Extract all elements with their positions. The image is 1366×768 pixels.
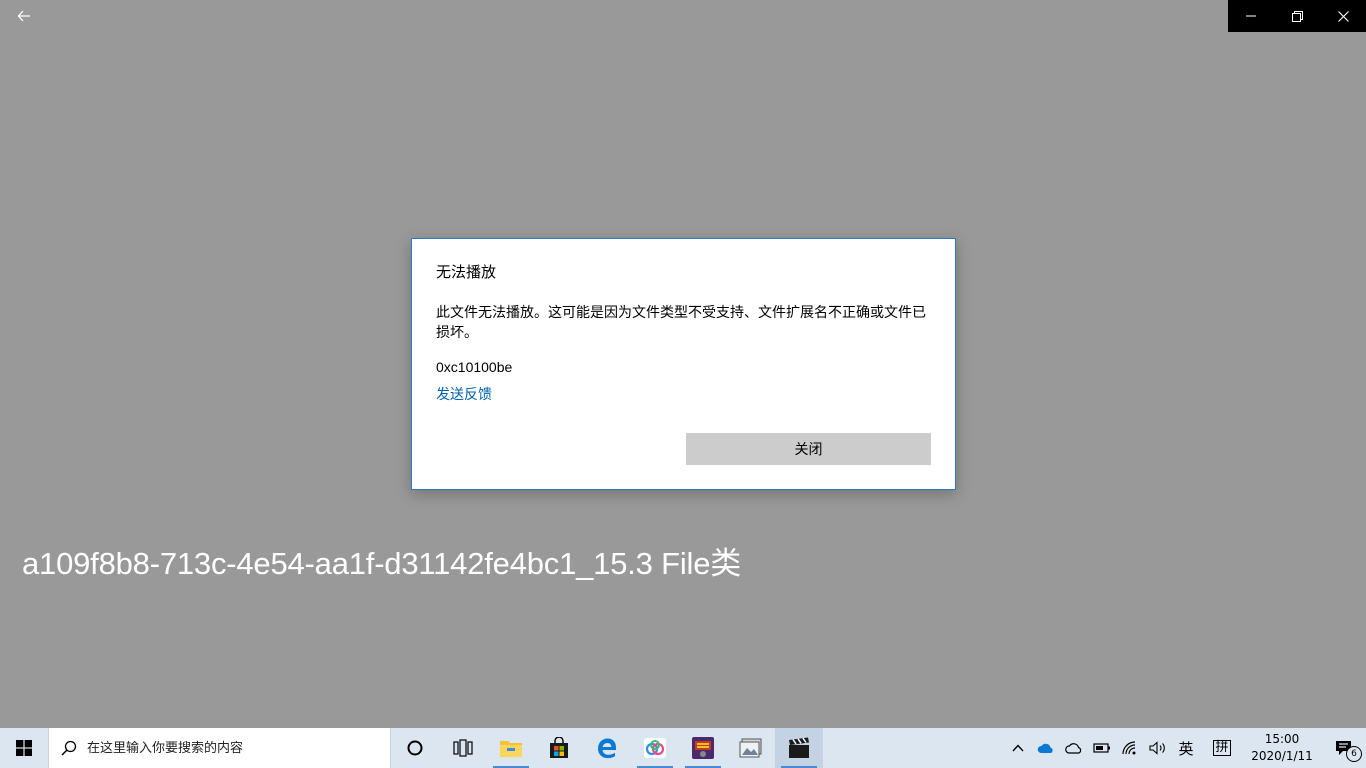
task-view-icon xyxy=(453,739,473,757)
chevron-up-icon xyxy=(1012,744,1024,752)
wifi-icon xyxy=(1122,741,1136,755)
game-app-icon xyxy=(692,737,714,759)
error-code: 0xc10100be xyxy=(436,359,513,375)
restore-button[interactable] xyxy=(1274,0,1320,32)
taskbar-app-game[interactable] xyxy=(679,728,727,768)
dialog-title: 无法播放 xyxy=(436,263,497,281)
taskbar-app-movies-tv[interactable] xyxy=(775,728,823,768)
minimize-button[interactable] xyxy=(1228,0,1274,32)
send-feedback-link[interactable]: 发送反馈 xyxy=(436,384,492,404)
windows-logo-icon xyxy=(16,740,32,756)
network-tray-button[interactable] xyxy=(1116,728,1144,768)
error-dialog: 无法播放 此文件无法播放。这可能是因为文件类型不受支持、文件扩展名不正确或文件已… xyxy=(411,238,956,490)
taskbar-app-store[interactable] xyxy=(535,728,583,768)
clock-time: 15:00 xyxy=(1264,732,1300,746)
ime-mode-indicator[interactable]: 拼 xyxy=(1208,728,1236,768)
onedrive-cloud-icon xyxy=(1037,743,1053,753)
cloud-outline-icon xyxy=(1065,743,1082,754)
back-button[interactable] xyxy=(8,2,40,30)
taskbar: 英 拼 15:00 2020/1/11 6 xyxy=(0,728,1366,768)
taskbar-clock[interactable]: 15:00 2020/1/11 xyxy=(1242,731,1322,765)
baidu-netdisk-icon xyxy=(644,738,666,758)
clapperboard-icon xyxy=(789,737,809,758)
photos-app-icon xyxy=(739,738,762,758)
onedrive-tray-button[interactable] xyxy=(1032,728,1060,768)
taskbar-app-baidu-netdisk[interactable] xyxy=(631,728,679,768)
notification-count-badge: 6 xyxy=(1346,746,1362,762)
taskbar-app-file-explorer[interactable] xyxy=(487,728,535,768)
close-window-button[interactable] xyxy=(1320,0,1366,32)
ime-language-indicator[interactable]: 英 xyxy=(1172,728,1200,768)
search-input[interactable] xyxy=(85,739,369,757)
restore-icon xyxy=(1291,10,1303,22)
store-bag-icon xyxy=(550,737,568,758)
close-icon xyxy=(1337,10,1349,22)
system-tray: 英 拼 15:00 2020/1/11 6 xyxy=(1004,728,1366,768)
show-hidden-icons-button[interactable] xyxy=(1004,728,1032,768)
taskbar-app-photos[interactable] xyxy=(727,728,775,768)
cortana-circle-icon xyxy=(407,740,423,756)
search-icon xyxy=(61,740,77,756)
taskbar-app-edge[interactable] xyxy=(583,728,631,768)
action-center-button[interactable]: 6 xyxy=(1322,728,1366,768)
cloud-sync-tray-button[interactable] xyxy=(1060,728,1088,768)
edge-logo-icon xyxy=(598,738,616,759)
start-button[interactable] xyxy=(0,728,48,768)
movies-tv-app-window: a109f8b8-713c-4e54-aa1f-d31142fe4bc1_15.… xyxy=(0,0,1366,728)
volume-tray-button[interactable] xyxy=(1144,728,1172,768)
speaker-icon xyxy=(1149,741,1165,755)
task-view-button[interactable] xyxy=(439,728,487,768)
cortana-button[interactable] xyxy=(391,728,439,768)
battery-icon xyxy=(1093,743,1110,753)
battery-tray-button[interactable] xyxy=(1088,728,1116,768)
ime-mode-label: 拼 xyxy=(1213,740,1231,756)
arrow-left-icon xyxy=(17,10,30,22)
clock-date: 2020/1/11 xyxy=(1251,749,1313,763)
window-caption-buttons xyxy=(1228,0,1366,32)
minimize-icon xyxy=(1246,15,1256,17)
taskbar-search-box[interactable] xyxy=(48,728,391,768)
dialog-close-button[interactable]: 关闭 xyxy=(686,433,931,465)
folder-icon xyxy=(500,741,522,757)
media-file-title: a109f8b8-713c-4e54-aa1f-d31142fe4bc1_15.… xyxy=(22,546,742,581)
dialog-message: 此文件无法播放。这可能是因为文件类型不受支持、文件扩展名不正确或文件已损坏。 xyxy=(436,305,926,341)
